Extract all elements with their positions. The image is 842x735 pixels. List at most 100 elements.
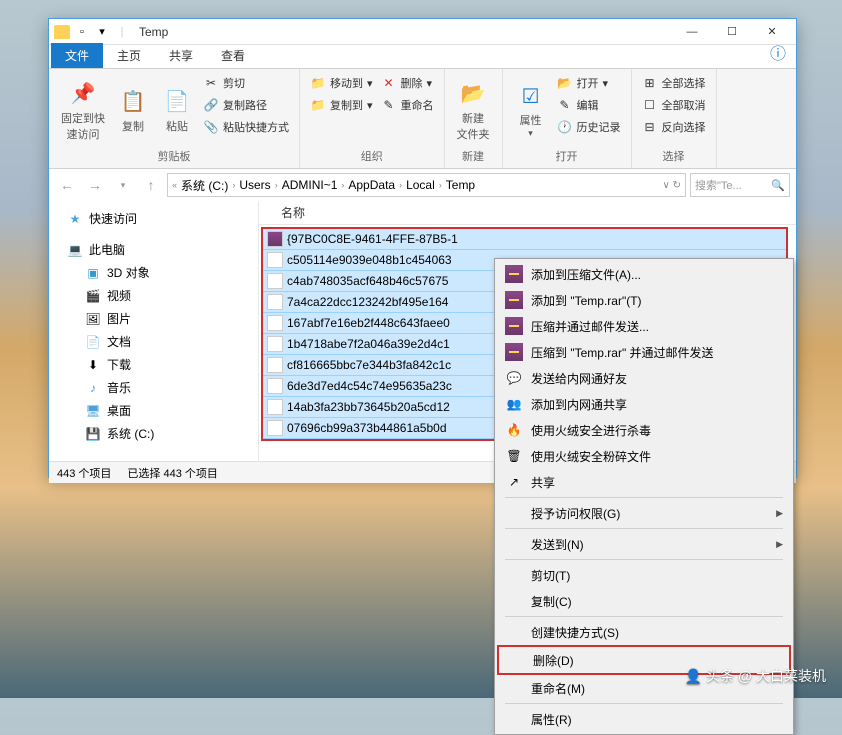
ctx-properties[interactable]: 属性(R) [497, 706, 791, 732]
properties-button[interactable]: ☑属性▾ [509, 73, 553, 146]
tab-view[interactable]: 查看 [207, 43, 259, 68]
separator [505, 528, 783, 529]
ctx-compress-email[interactable]: 压缩并通过邮件发送... [497, 313, 791, 339]
rar-icon [505, 317, 523, 335]
nav-3d-objects[interactable]: ▣3D 对象 [49, 261, 258, 284]
share-icon: 👥 [505, 395, 523, 413]
copy-to-button[interactable]: 📁复制到 ▾ [306, 95, 377, 115]
pictures-icon: 🖼 [85, 311, 101, 327]
nav-pictures[interactable]: 🖼图片 [49, 307, 258, 330]
ctx-huorong-shred[interactable]: 🗑使用火绒安全粉碎文件 [497, 443, 791, 469]
nav-this-pc[interactable]: 💻此电脑 [49, 238, 258, 261]
nav-downloads[interactable]: ⬇下载 [49, 353, 258, 376]
nav-system-c[interactable]: 💾系统 (C:) [49, 422, 258, 445]
cut-button[interactable]: ✂剪切 [199, 73, 293, 93]
ribbon: 📌固定到快 速访问 📋复制 📄粘贴 ✂剪切 🔗复制路径 📎粘贴快捷方式 剪贴板 … [49, 69, 796, 169]
file-icon [267, 378, 283, 394]
select-none-button[interactable]: ☐全部取消 [638, 95, 710, 115]
delete-icon: ✕ [381, 75, 397, 91]
copy-button[interactable]: 📋复制 [111, 73, 155, 146]
select-all-icon: ⊞ [642, 75, 658, 91]
selection-count: 已选择 443 个项目 [127, 465, 217, 481]
nav-back-button[interactable]: ← [55, 173, 79, 197]
ctx-add-share[interactable]: 👥添加到内网通共享 [497, 391, 791, 417]
qat-item[interactable]: ▫ [73, 23, 91, 41]
column-header[interactable]: 名称 [259, 201, 796, 225]
music-icon: ♪ [85, 380, 101, 396]
copy-path-button[interactable]: 🔗复制路径 [199, 95, 293, 115]
shortcut-icon: 📎 [203, 119, 219, 135]
rename-button[interactable]: ✎重命名 [377, 95, 438, 115]
window-title: Temp [139, 25, 168, 39]
ctx-grant-access[interactable]: 授予访问权限(G)▶ [497, 500, 791, 526]
qat-item[interactable]: ▾ [93, 23, 111, 41]
file-icon [267, 273, 283, 289]
path-icon: 🔗 [203, 97, 219, 113]
ctx-share[interactable]: ↗共享 [497, 469, 791, 495]
nav-recent-button[interactable]: ▾ [111, 173, 135, 197]
pc-icon: 💻 [67, 242, 83, 258]
copy-icon: 📋 [117, 86, 149, 118]
open-icon: 📂 [557, 75, 573, 91]
ctx-copy[interactable]: 复制(C) [497, 588, 791, 614]
file-name: 6de3d7ed4c54c74e95635a23c [287, 379, 452, 393]
file-icon [267, 315, 283, 331]
rar-icon [505, 291, 523, 309]
nav-up-button[interactable]: ↑ [139, 173, 163, 197]
invert-selection-button[interactable]: ⊟反向选择 [638, 117, 710, 137]
new-folder-button[interactable]: 📂新建 文件夹 [451, 73, 496, 146]
ctx-send-to[interactable]: 发送到(N)▶ [497, 531, 791, 557]
nav-videos[interactable]: 🎬视频 [49, 284, 258, 307]
open-button[interactable]: 📂打开 ▾ [553, 73, 625, 93]
ribbon-group-new: 📂新建 文件夹 新建 [445, 69, 503, 168]
move-to-button[interactable]: 📁移动到 ▾ [306, 73, 377, 93]
nav-desktop[interactable]: 🖥桌面 [49, 399, 258, 422]
tab-home[interactable]: 主页 [103, 43, 155, 68]
breadcrumb[interactable]: « 系统 (C:)› Users› ADMINI~1› AppData› Loc… [167, 173, 686, 197]
context-menu: 添加到压缩文件(A)... 添加到 "Temp.rar"(T) 压缩并通过邮件发… [494, 258, 794, 735]
ribbon-tabs: 文件 主页 共享 查看 ⓘ [49, 45, 796, 69]
ctx-create-shortcut[interactable]: 创建快捷方式(S) [497, 619, 791, 645]
file-icon [267, 420, 283, 436]
desktop-icon: 🖥 [85, 403, 101, 419]
paste-icon: 📄 [161, 86, 193, 118]
maximize-button[interactable]: ☐ [712, 20, 752, 44]
rar-file-icon [267, 231, 283, 247]
ctx-add-temp-rar[interactable]: 添加到 "Temp.rar"(T) [497, 287, 791, 313]
ctx-send-friend[interactable]: 💬发送给内网通好友 [497, 365, 791, 391]
nav-documents[interactable]: 📄文档 [49, 330, 258, 353]
chevron-right-icon: ▶ [776, 539, 783, 550]
ctx-huorong-scan[interactable]: 🔥使用火绒安全进行杀毒 [497, 417, 791, 443]
nav-music[interactable]: ♪音乐 [49, 376, 258, 399]
edit-icon: ✎ [557, 97, 573, 113]
file-row[interactable]: {97BC0C8E-9461-4FFE-87B5-1 [263, 229, 786, 250]
watermark: 👤 头条 @ 大白菜装机 [685, 666, 826, 686]
file-icon [267, 252, 283, 268]
file-icon [267, 294, 283, 310]
select-all-button[interactable]: ⊞全部选择 [638, 73, 710, 93]
address-bar: ← → ▾ ↑ « 系统 (C:)› Users› ADMINI~1› AppD… [49, 169, 796, 201]
tab-file[interactable]: 文件 [51, 43, 103, 68]
minimize-button[interactable]: — [672, 20, 712, 44]
ctx-add-archive[interactable]: 添加到压缩文件(A)... [497, 261, 791, 287]
ribbon-help[interactable]: ⓘ [760, 36, 796, 68]
select-none-icon: ☐ [642, 97, 658, 113]
ctx-compress-temp-email[interactable]: 压缩到 "Temp.rar" 并通过邮件发送 [497, 339, 791, 365]
ctx-cut[interactable]: 剪切(T) [497, 562, 791, 588]
nav-forward-button[interactable]: → [83, 173, 107, 197]
tab-share[interactable]: 共享 [155, 43, 207, 68]
nav-quick-access[interactable]: ★快速访问 [49, 207, 258, 230]
paste-button[interactable]: 📄粘贴 [155, 73, 199, 146]
history-button[interactable]: 🕐历史记录 [553, 117, 625, 137]
copyto-icon: 📁 [310, 97, 326, 113]
new-folder-icon: 📂 [457, 78, 489, 110]
move-icon: 📁 [310, 75, 326, 91]
pin-quick-access-button[interactable]: 📌固定到快 速访问 [55, 73, 111, 146]
file-name: cf816665bbc7e344b3fa842c1c [287, 358, 451, 372]
search-input[interactable]: 搜索"Te...🔍 [690, 173, 790, 197]
edit-button[interactable]: ✎编辑 [553, 95, 625, 115]
paste-shortcut-button[interactable]: 📎粘贴快捷方式 [199, 117, 293, 137]
delete-button[interactable]: ✕删除 ▾ [377, 73, 438, 93]
separator [505, 559, 783, 560]
rar-icon [505, 265, 523, 283]
